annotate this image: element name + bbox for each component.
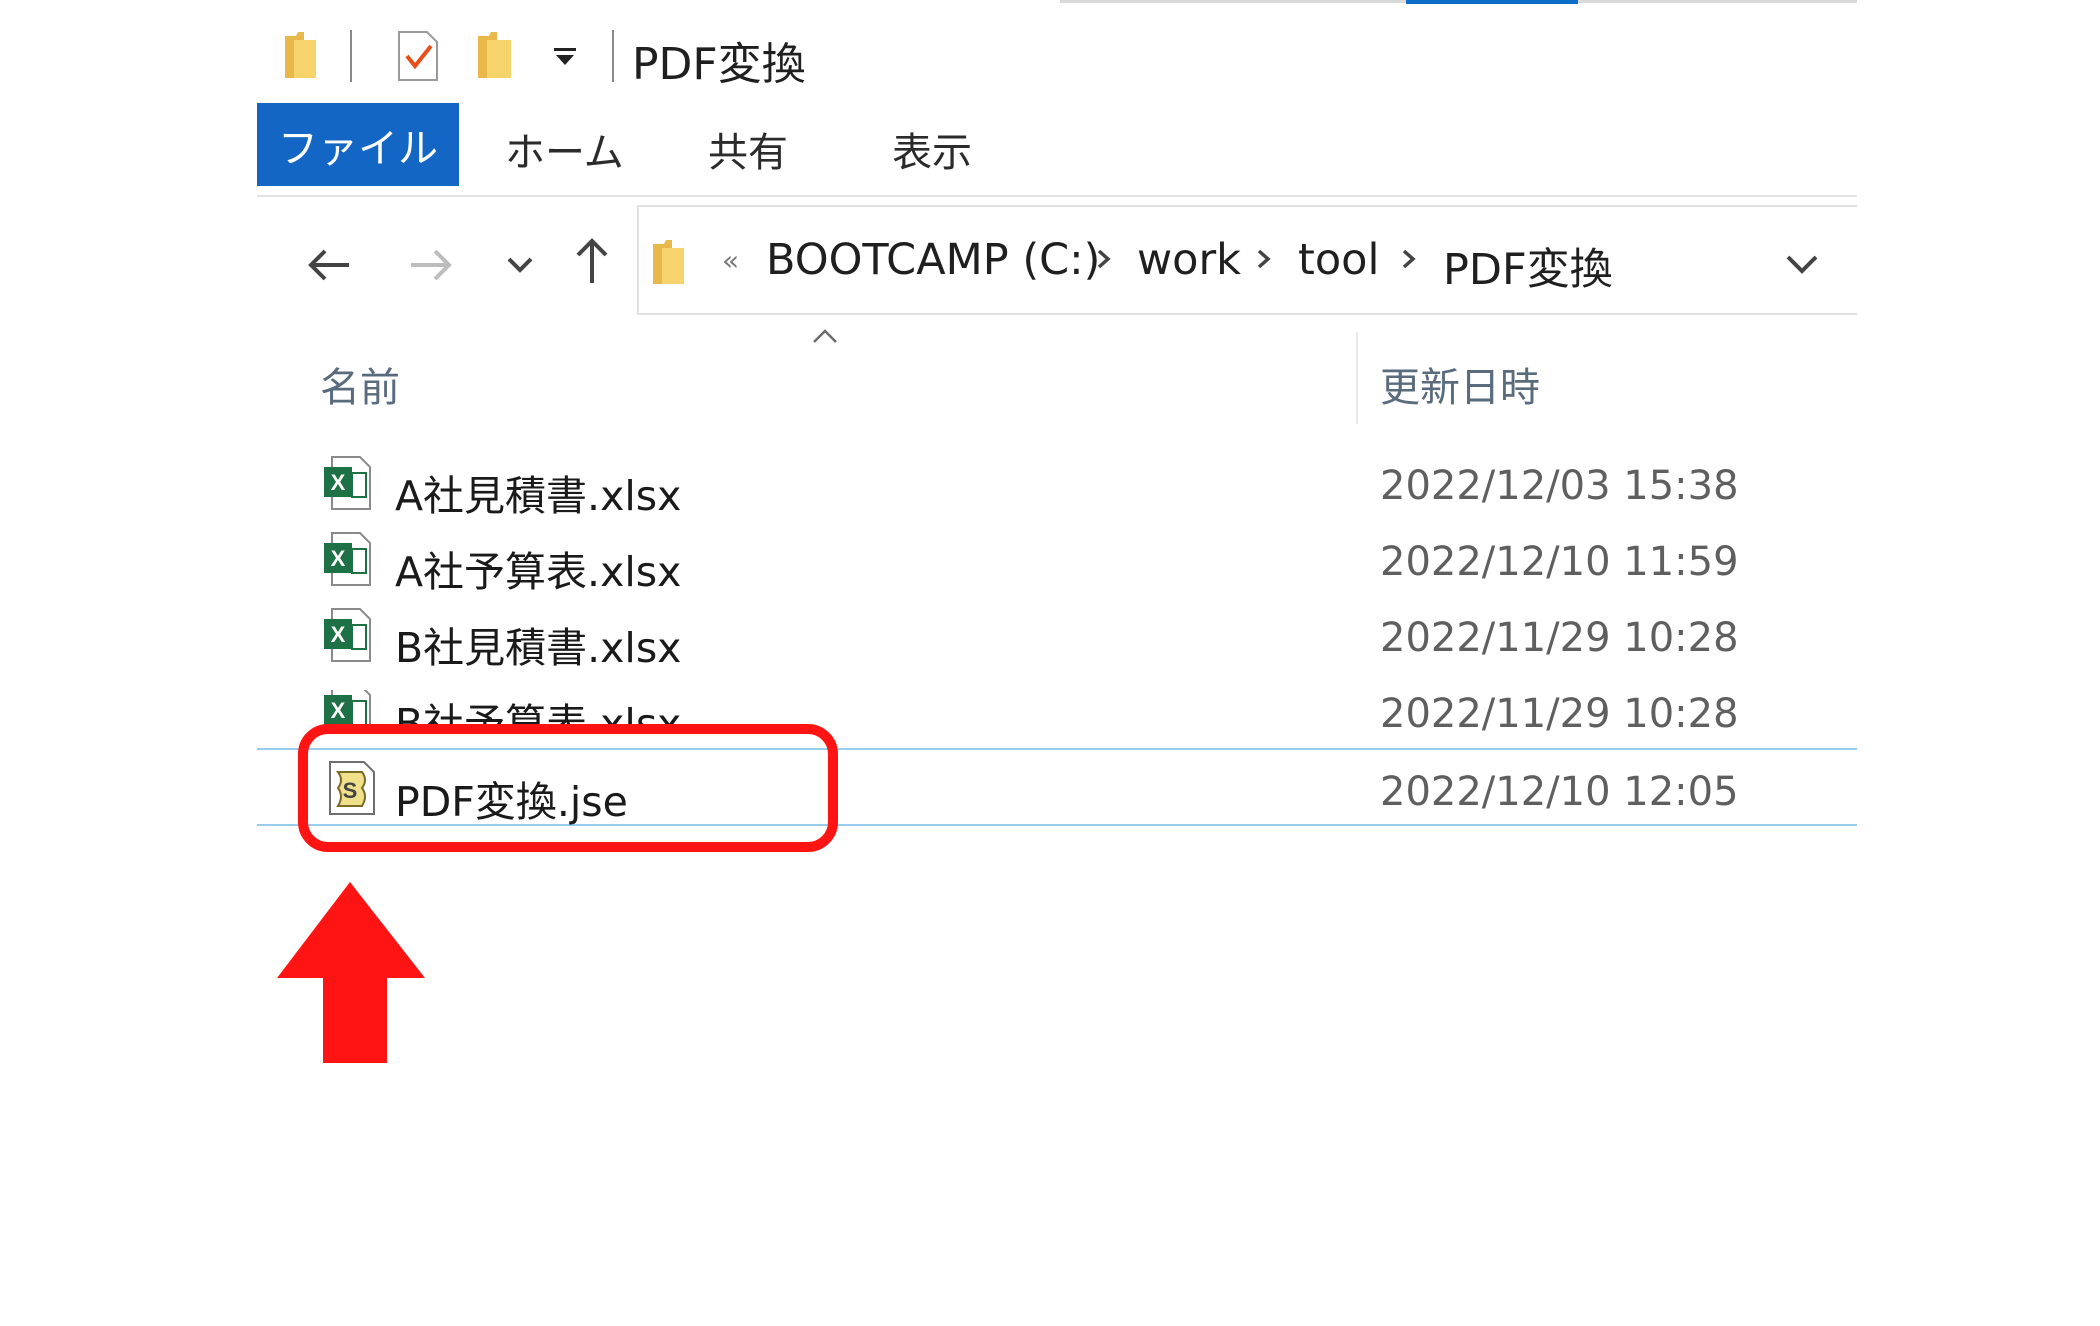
svg-text:X: X <box>331 622 346 647</box>
title-separator <box>612 30 614 82</box>
highlight-box <box>298 724 838 852</box>
svg-text:X: X <box>331 470 346 495</box>
address-folder-icon <box>653 240 684 284</box>
new-folder-icon[interactable] <box>475 30 515 80</box>
file-name[interactable]: A社見積書.xlsx <box>395 462 681 522</box>
file-name[interactable]: B社予算表.xlsx <box>395 690 681 728</box>
dropdown-caret-icon[interactable] <box>552 46 578 68</box>
folder-icon[interactable] <box>282 30 320 80</box>
column-header-modified[interactable]: 更新日時 <box>1380 355 1540 413</box>
red-up-arrow-icon <box>277 882 425 1063</box>
tab-home[interactable]: ホーム <box>505 120 624 178</box>
excel-file-icon: X <box>324 690 371 728</box>
file-modified: 2022/11/29 10:28 <box>1380 615 1739 661</box>
up-button[interactable] <box>567 235 617 285</box>
title-bar-accent <box>1406 0 1578 4</box>
tab-file[interactable]: ファイル <box>257 103 459 186</box>
quick-access-separator <box>350 30 352 82</box>
back-button[interactable] <box>303 240 353 290</box>
file-row-clip: X B社予算表.xlsx <box>300 690 1200 728</box>
column-header-name[interactable]: 名前 <box>320 355 400 413</box>
excel-file-icon: X <box>324 608 371 662</box>
ribbon-divider <box>257 195 1857 197</box>
file-modified: 2022/12/10 12:05 <box>1380 769 1739 815</box>
svg-text:X: X <box>331 698 346 723</box>
recent-dropdown-icon <box>507 257 533 273</box>
recent-locations-button[interactable] <box>495 240 545 290</box>
file-name[interactable]: B社見積書.xlsx <box>395 614 681 674</box>
address-overflow[interactable]: « <box>722 244 739 277</box>
back-arrow-icon <box>308 249 349 281</box>
file-modified: 2022/11/29 10:28 <box>1380 691 1739 737</box>
up-arrow-icon <box>576 238 608 283</box>
crumb-separator-icon[interactable] <box>1253 248 1275 270</box>
excel-file-icon: X <box>324 456 371 510</box>
forward-arrow-icon <box>411 249 452 281</box>
svg-text:X: X <box>331 546 346 571</box>
crumb-separator-icon[interactable] <box>1398 248 1420 270</box>
column-divider[interactable] <box>1356 332 1358 424</box>
tab-view[interactable]: 表示 <box>892 120 972 178</box>
sort-ascending-icon <box>813 329 837 343</box>
crumb-bootcamp[interactable]: BOOTCAMP (C:) <box>766 235 1100 285</box>
tab-share[interactable]: 共有 <box>708 120 788 178</box>
address-history-chevron-icon[interactable] <box>1784 252 1820 276</box>
window-title: PDF変換 <box>632 39 806 90</box>
forward-button[interactable] <box>407 240 457 290</box>
crumb-work[interactable]: work <box>1137 235 1241 285</box>
crumb-tool[interactable]: tool <box>1298 235 1379 285</box>
excel-file-icon: X <box>324 532 371 586</box>
crumb-separator-icon[interactable] <box>1093 248 1115 270</box>
properties-check-icon[interactable] <box>395 30 441 82</box>
file-modified: 2022/12/10 11:59 <box>1380 539 1739 585</box>
file-name[interactable]: A社予算表.xlsx <box>395 538 681 598</box>
file-modified: 2022/12/03 15:38 <box>1380 463 1739 509</box>
crumb-pdf-conversion[interactable]: PDF変換 <box>1443 235 1613 297</box>
